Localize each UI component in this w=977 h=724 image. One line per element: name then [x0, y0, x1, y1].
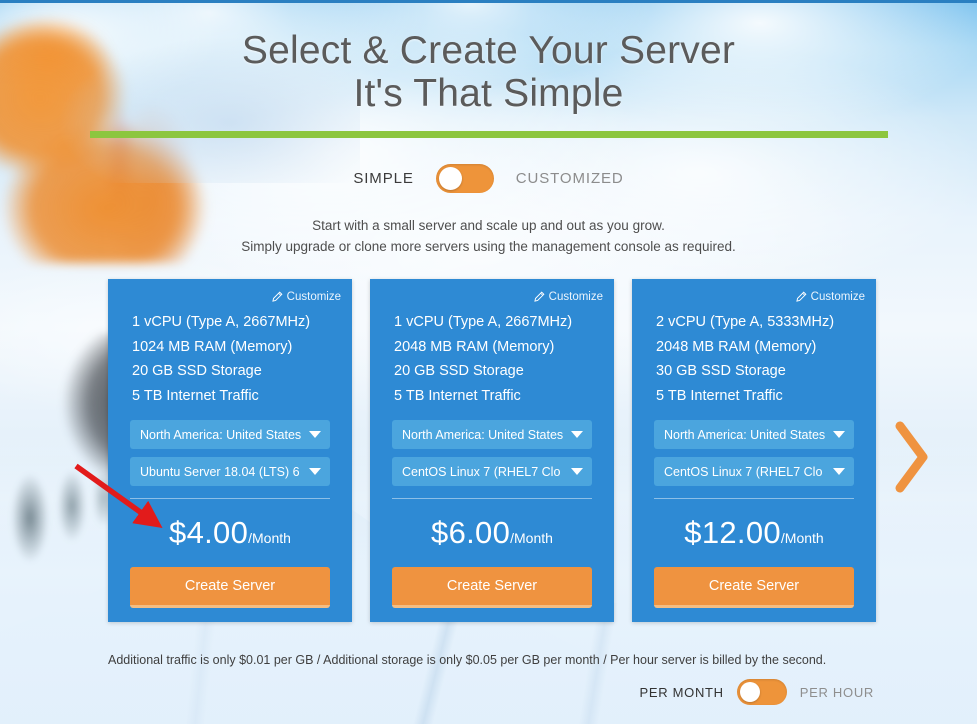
plan-card[interactable]: Customize 1 vCPU (Type A, 2667MHz) 1024 …: [108, 279, 352, 622]
pencil-icon: [533, 291, 545, 303]
plan-card-list: Customize 1 vCPU (Type A, 2667MHz) 1024 …: [108, 279, 877, 622]
plan-spec-storage: 20 GB SSD Storage: [132, 363, 262, 379]
plan-select-group: North America: United States CentOS Linu…: [632, 408, 876, 486]
plan-spec-traffic: 5 TB Internet Traffic: [394, 387, 521, 404]
page-root: Select & Create Your Server It's That Si…: [0, 0, 977, 724]
os-select[interactable]: CentOS Linux 7 (RHEL7 Clo: [654, 457, 854, 486]
plan-select-group: North America: United States Ubuntu Serv…: [108, 408, 352, 486]
customize-link[interactable]: Customize: [632, 289, 876, 305]
customize-label: Customize: [286, 291, 341, 303]
os-select[interactable]: CentOS Linux 7 (RHEL7 Clo: [392, 457, 592, 486]
billing-toggle-label-per-hour[interactable]: PER HOUR: [800, 685, 874, 700]
customize-link[interactable]: Customize: [108, 289, 352, 305]
billing-toggle-row: PER MONTH PER HOUR: [639, 679, 874, 705]
create-server-button[interactable]: Create Server: [392, 567, 592, 608]
mode-toggle-label-simple[interactable]: SIMPLE: [353, 170, 413, 187]
mode-toggle-knob: [438, 167, 462, 190]
plan-spec-traffic: 5 TB Internet Traffic: [656, 387, 783, 404]
plan-select-group: North America: United States CentOS Linu…: [370, 408, 614, 486]
mode-toggle-row: SIMPLE CUSTOMIZED: [0, 164, 977, 193]
plan-price-period: /Month: [248, 530, 291, 546]
billing-toggle-switch[interactable]: [736, 679, 787, 705]
pencil-icon: [795, 291, 807, 303]
region-select[interactable]: North America: United States: [130, 420, 330, 449]
region-select[interactable]: North America: United States: [654, 420, 854, 449]
chevron-down-icon: [571, 468, 583, 475]
plan-price: $12.00/Month: [632, 499, 876, 553]
chevron-down-icon: [571, 431, 583, 438]
plan-spec-ram: 1024 MB RAM (Memory): [132, 338, 293, 355]
plan-spec-cpu: 1 vCPU (Type A, 2667MHz): [132, 314, 311, 330]
page-title: Select & Create Your Server It's That Si…: [0, 3, 977, 115]
plan-price-amount: $12.00: [684, 515, 781, 550]
plan-spec-list: 1 vCPU (Type A, 2667MHz) 2048 MB RAM (Me…: [370, 305, 614, 408]
plan-spec-storage: 30 GB SSD Storage: [656, 363, 786, 379]
carousel-next-button[interactable]: [895, 421, 929, 493]
os-select[interactable]: Ubuntu Server 18.04 (LTS) 6: [130, 457, 330, 486]
intro-copy-line-2: Simply upgrade or clone more servers usi…: [241, 239, 736, 254]
plan-spec-traffic: 5 TB Internet Traffic: [132, 387, 259, 404]
plan-card[interactable]: Customize 1 vCPU (Type A, 2667MHz) 2048 …: [370, 279, 614, 622]
customize-label: Customize: [548, 291, 603, 303]
region-select-value: North America: United States: [140, 427, 302, 442]
plan-price-amount: $6.00: [431, 515, 511, 550]
plan-price-period: /Month: [510, 530, 553, 546]
customize-link[interactable]: Customize: [370, 289, 614, 305]
plan-price: $6.00/Month: [370, 499, 614, 553]
plan-price-period: /Month: [780, 530, 824, 546]
mode-toggle-label-customized[interactable]: CUSTOMIZED: [516, 170, 624, 187]
mode-toggle-switch[interactable]: [435, 164, 494, 193]
plan-spec-storage: 20 GB SSD Storage: [394, 363, 524, 379]
page-content: Select & Create Your Server It's That Si…: [0, 3, 977, 724]
os-select-value: CentOS Linux 7 (RHEL7 Clo: [402, 464, 561, 479]
billing-toggle-knob: [739, 682, 760, 702]
plan-spec-ram: 2048 MB RAM (Memory): [394, 338, 555, 355]
pricing-footnote: Additional traffic is only $0.01 per GB …: [108, 653, 827, 667]
os-select-value: CentOS Linux 7 (RHEL7 Clo: [664, 464, 823, 479]
green-divider-rule: [89, 131, 888, 138]
chevron-down-icon: [309, 468, 321, 475]
plan-spec-list: 1 vCPU (Type A, 2667MHz) 1024 MB RAM (Me…: [108, 305, 352, 408]
region-select-value: North America: United States: [664, 427, 826, 442]
plan-price-amount: $4.00: [169, 515, 249, 550]
page-title-line-1: Select & Create Your Server: [241, 29, 736, 72]
intro-copy-line-1: Start with a small server and scale up a…: [312, 218, 665, 233]
chevron-right-icon: [895, 421, 928, 493]
plan-spec-cpu: 2 vCPU (Type A, 5333MHz): [656, 314, 835, 330]
plan-card[interactable]: Customize 2 vCPU (Type A, 5333MHz) 2048 …: [632, 279, 876, 622]
billing-toggle-label-per-month[interactable]: PER MONTH: [639, 685, 723, 700]
plan-spec-cpu: 1 vCPU (Type A, 2667MHz): [394, 314, 573, 330]
customize-label: Customize: [810, 291, 865, 303]
region-select[interactable]: North America: United States: [392, 420, 592, 449]
chevron-down-icon: [833, 431, 845, 438]
plan-price: $4.00/Month: [108, 499, 352, 553]
page-title-line-2: It's That Simple: [353, 72, 624, 115]
region-select-value: North America: United States: [402, 427, 564, 442]
plan-spec-ram: 2048 MB RAM (Memory): [656, 338, 817, 355]
pencil-icon: [271, 291, 283, 303]
chevron-down-icon: [309, 431, 321, 438]
plan-spec-list: 2 vCPU (Type A, 5333MHz) 2048 MB RAM (Me…: [632, 305, 876, 408]
intro-copy: Start with a small server and scale up a…: [0, 215, 977, 257]
os-select-value: Ubuntu Server 18.04 (LTS) 6: [140, 464, 300, 479]
create-server-button[interactable]: Create Server: [654, 567, 854, 608]
create-server-button[interactable]: Create Server: [130, 567, 330, 608]
chevron-down-icon: [833, 468, 845, 475]
